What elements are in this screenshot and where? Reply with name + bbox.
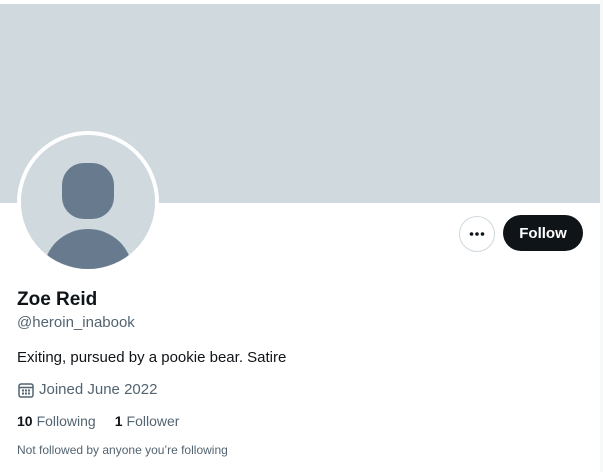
not-followed-note: Not followed by anyone you’re following	[17, 443, 228, 457]
avatar-person-icon	[21, 135, 155, 269]
follow-button-label: Follow	[519, 224, 567, 242]
profile-display-name: Zoe Reid	[17, 289, 98, 310]
profile-handle: @heroin_inabook	[17, 314, 135, 331]
more-horizontal-icon	[469, 232, 485, 236]
following-link[interactable]: 10 Following	[17, 411, 96, 431]
more-options-button[interactable]	[459, 216, 495, 252]
joined-date: Joined June 2022	[17, 380, 157, 400]
followers-label: Follower	[126, 413, 180, 429]
follow-stats: 10 Following 1 Follower	[17, 411, 198, 431]
followers-count: 1	[114, 413, 123, 429]
joined-date-text: Joined June 2022	[39, 381, 158, 398]
profile-page: Follow Zoe Reid @heroin_inabook Exiting,…	[0, 0, 603, 472]
default-avatar-silhouette	[21, 135, 155, 269]
calendar-icon	[17, 381, 35, 399]
profile-avatar[interactable]	[17, 131, 159, 273]
followers-link[interactable]: 1 Follower	[115, 411, 180, 431]
follow-button[interactable]: Follow	[503, 215, 583, 251]
following-count: 10	[17, 413, 33, 429]
following-label: Following	[36, 413, 96, 429]
profile-bio: Exiting, pursued by a pookie bear. Satir…	[17, 349, 287, 366]
